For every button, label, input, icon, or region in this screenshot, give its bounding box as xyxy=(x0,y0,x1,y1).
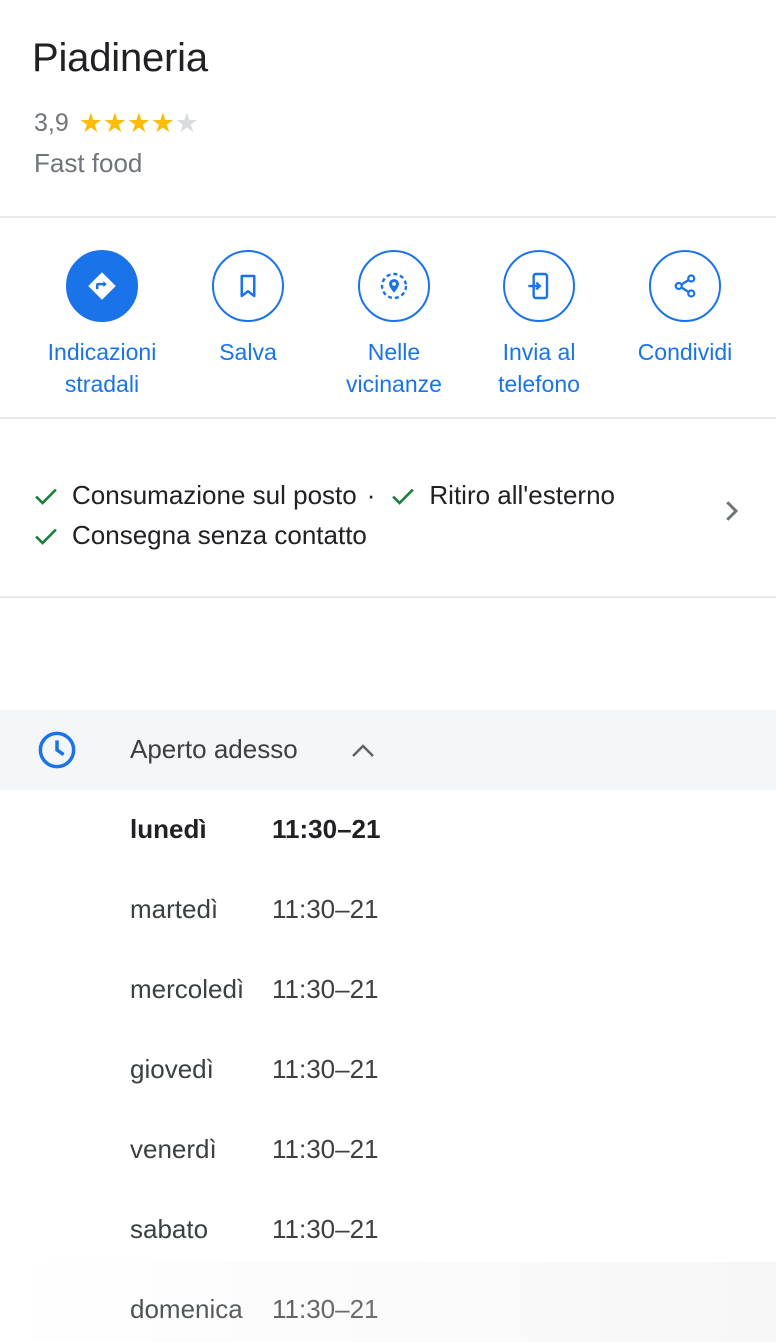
star-icon: ★ xyxy=(78,108,103,138)
action-bar: Indicazioni stradali Salva Nelle vicinan… xyxy=(0,218,776,418)
send-to-phone-label: Invia al telefono xyxy=(498,339,580,397)
save-label: Salva xyxy=(219,339,277,365)
nearby-button[interactable]: Nelle vicinanze xyxy=(324,250,464,400)
place-category[interactable]: Fast food xyxy=(34,148,142,179)
star-rating: ★ ★ ★ ★ ★ xyxy=(79,108,199,138)
check-icon xyxy=(35,528,57,545)
star-empty-icon: ★ xyxy=(174,108,199,138)
save-button[interactable]: Salva xyxy=(178,250,318,368)
hours-row: martedì 11:30–21 xyxy=(130,894,379,934)
separator-dot: · xyxy=(366,480,376,510)
day-label: giovedì xyxy=(130,1054,214,1084)
hours-row: giovedì 11:30–21 xyxy=(130,1054,379,1094)
share-icon xyxy=(649,250,721,322)
service-curbside-pickup: Ritiro all'esterno xyxy=(429,480,615,510)
nearby-label: Nelle vicinanze xyxy=(346,339,442,397)
hours-time: 11:30–21 xyxy=(272,1294,379,1324)
divider xyxy=(0,596,776,598)
rating-row[interactable]: 3,9 ★ ★ ★ ★ ★ xyxy=(34,108,199,138)
send-to-phone-button[interactable]: Invia al telefono xyxy=(469,250,609,400)
hours-time: 11:30–21 xyxy=(272,894,379,924)
nearby-icon xyxy=(358,250,430,322)
day-label: sabato xyxy=(130,1214,209,1244)
day-label: mercoledì xyxy=(130,974,245,1004)
star-icon: ★ xyxy=(126,108,151,138)
day-label: lunedì xyxy=(130,814,207,844)
day-label: domenica xyxy=(130,1294,243,1324)
send-to-phone-icon xyxy=(503,250,575,322)
hours-time: 11:30–21 xyxy=(272,1134,379,1164)
service-line: Consumazione sul posto · Ritiro all'este… xyxy=(32,480,615,511)
day-label: venerdì xyxy=(130,1134,217,1164)
hours-toggle[interactable]: Aperto adesso xyxy=(0,710,776,790)
place-header: Piadineria 3,9 ★ ★ ★ ★ ★ Fast food xyxy=(0,0,776,217)
place-title: Piadineria xyxy=(32,36,208,80)
hours-row: domenica 11:30–21 xyxy=(130,1294,379,1334)
rating-value: 3,9 xyxy=(34,108,69,137)
chevron-right-icon xyxy=(726,501,739,521)
star-icon: ★ xyxy=(102,108,127,138)
hours-row: lunedì 11:30–21 xyxy=(130,814,380,854)
share-label: Condividi xyxy=(637,339,733,365)
day-label: martedì xyxy=(130,894,219,924)
check-icon xyxy=(35,488,57,505)
hours-time: 11:30–21 xyxy=(272,1054,379,1084)
hours-row: venerdì 11:30–21 xyxy=(130,1134,379,1174)
clock-icon xyxy=(38,731,76,769)
service-contactless-delivery: Consegna senza contatto xyxy=(72,520,367,550)
directions-icon xyxy=(66,250,138,322)
hours-row: sabato 11:30–21 xyxy=(130,1214,379,1254)
hours-time: 11:30–21 xyxy=(272,1214,379,1244)
bookmark-icon xyxy=(212,250,284,322)
star-icon: ★ xyxy=(150,108,175,138)
check-icon xyxy=(392,488,415,505)
share-button[interactable]: Condividi xyxy=(615,250,755,368)
chevron-up-icon xyxy=(352,744,374,757)
open-status: Aperto adesso xyxy=(130,734,298,764)
bottom-fade xyxy=(0,1262,776,1342)
directions-label: Indicazioni stradali xyxy=(47,339,157,397)
service-dine-in: Consumazione sul posto xyxy=(72,480,357,510)
divider xyxy=(0,417,776,419)
hours-time: 11:30–21 xyxy=(272,814,381,844)
hours-time: 11:30–21 xyxy=(272,974,379,1004)
service-line: Consegna senza contatto xyxy=(32,520,367,551)
hours-row: mercoledì 11:30–21 xyxy=(130,974,379,1014)
directions-button[interactable]: Indicazioni stradali xyxy=(32,250,172,400)
service-options[interactable]: Consumazione sul posto · Ritiro all'este… xyxy=(0,420,776,596)
